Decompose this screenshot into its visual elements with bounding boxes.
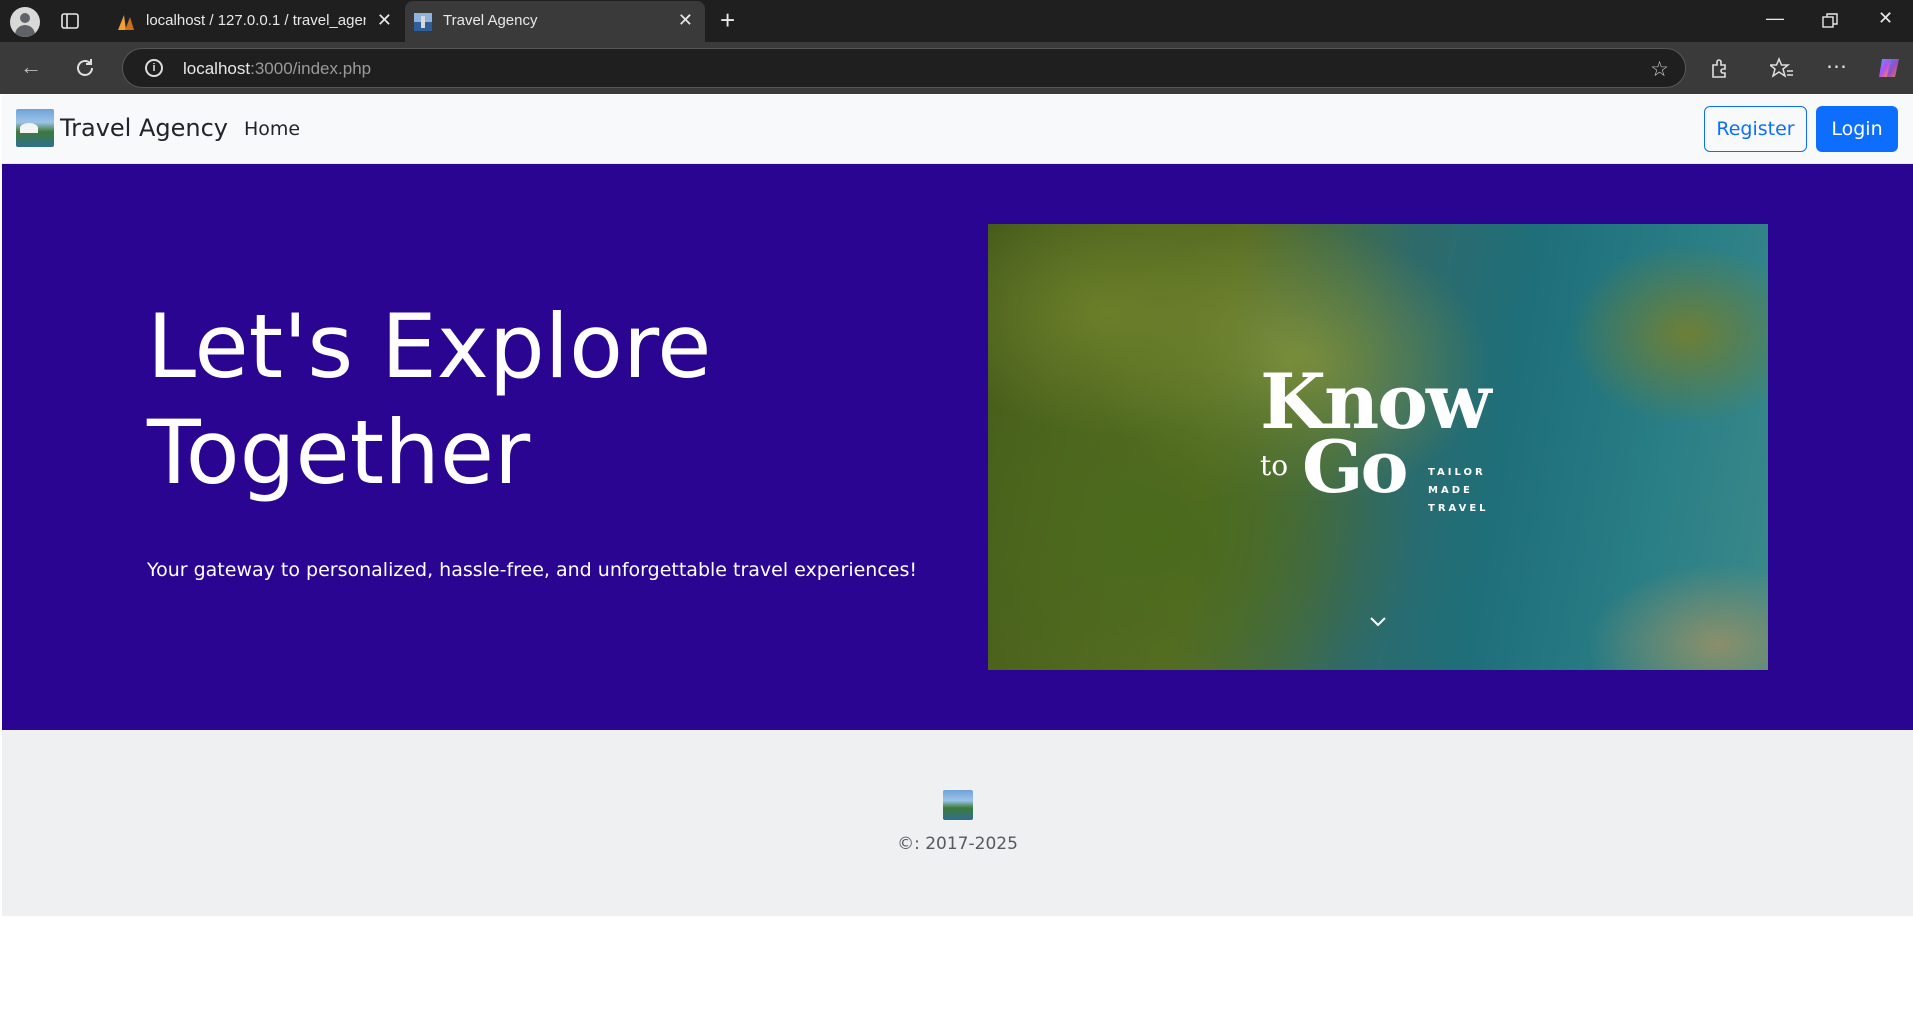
hero-subtitle: Your gateway to personalized, hassle-fre… bbox=[147, 559, 918, 581]
brand-name: Travel Agency bbox=[60, 114, 228, 142]
close-tab-icon[interactable]: ✕ bbox=[678, 10, 693, 31]
browser-tab-strip: localhost / 127.0.0.1 / travel_agen ✕ Tr… bbox=[0, 0, 1913, 42]
web-page: Travel Agency Home Register Login Let's … bbox=[2, 95, 1913, 1015]
login-button[interactable]: Login bbox=[1816, 106, 1898, 152]
site-info-icon[interactable]: i bbox=[145, 59, 163, 77]
tab-travel-agency[interactable]: Travel Agency ✕ bbox=[405, 1, 705, 42]
extensions-icon[interactable] bbox=[1709, 57, 1731, 79]
footer-logo-image bbox=[943, 790, 973, 820]
tab-title: Travel Agency bbox=[443, 12, 538, 29]
phpmyadmin-icon bbox=[118, 15, 134, 30]
close-window-icon[interactable]: ✕ bbox=[1878, 8, 1893, 29]
tab-title: localhost / 127.0.0.1 / travel_agen bbox=[146, 12, 366, 29]
minimize-icon[interactable]: — bbox=[1766, 8, 1784, 29]
new-tab-icon[interactable]: + bbox=[720, 6, 735, 34]
restore-icon[interactable] bbox=[1822, 13, 1838, 29]
tab-actions-icon[interactable] bbox=[60, 11, 80, 31]
brand-link[interactable]: Travel Agency bbox=[16, 109, 228, 147]
site-navbar: Travel Agency Home Register Login bbox=[2, 95, 1913, 164]
tailor-made-travel-tagline: TAILOR MADE TRAVEL bbox=[1428, 467, 1489, 514]
copilot-icon[interactable] bbox=[1876, 55, 1902, 81]
hero-image-aerial-coast: Know to Go TAILOR MADE TRAVEL bbox=[988, 224, 1768, 670]
reload-icon[interactable] bbox=[74, 57, 96, 79]
site-footer: ©: 2017-2025 bbox=[2, 730, 1913, 916]
know-to-go-logo-to: to bbox=[1260, 449, 1289, 482]
brand-logo-image bbox=[16, 109, 54, 147]
tab-phpmyadmin[interactable]: localhost / 127.0.0.1 / travel_agen ✕ bbox=[108, 1, 404, 42]
close-tab-icon[interactable]: ✕ bbox=[377, 10, 392, 31]
back-icon[interactable]: ← bbox=[20, 54, 42, 80]
url-text: localhost:3000/index.php bbox=[183, 59, 372, 78]
chevron-down-icon bbox=[1370, 617, 1386, 627]
favorite-star-icon[interactable]: ☆ bbox=[1650, 57, 1669, 82]
register-button[interactable]: Register bbox=[1704, 106, 1807, 152]
profile-avatar-icon[interactable] bbox=[10, 7, 40, 37]
address-bar[interactable]: i localhost:3000/index.php ☆ bbox=[122, 48, 1686, 88]
site-favicon bbox=[414, 13, 432, 31]
address-toolbar: ← i localhost:3000/index.php ☆ ⋯ bbox=[0, 42, 1913, 94]
footer-copyright: ©: 2017-2025 bbox=[897, 834, 1018, 854]
favorites-icon[interactable] bbox=[1770, 57, 1794, 79]
know-to-go-logo-go: Go bbox=[1302, 424, 1409, 509]
hero-title: Let's Explore Together bbox=[147, 295, 712, 504]
hero-section: Let's Explore Together Your gateway to p… bbox=[2, 164, 1913, 730]
nav-link-home[interactable]: Home bbox=[244, 118, 300, 140]
more-menu-icon[interactable]: ⋯ bbox=[1826, 54, 1847, 79]
